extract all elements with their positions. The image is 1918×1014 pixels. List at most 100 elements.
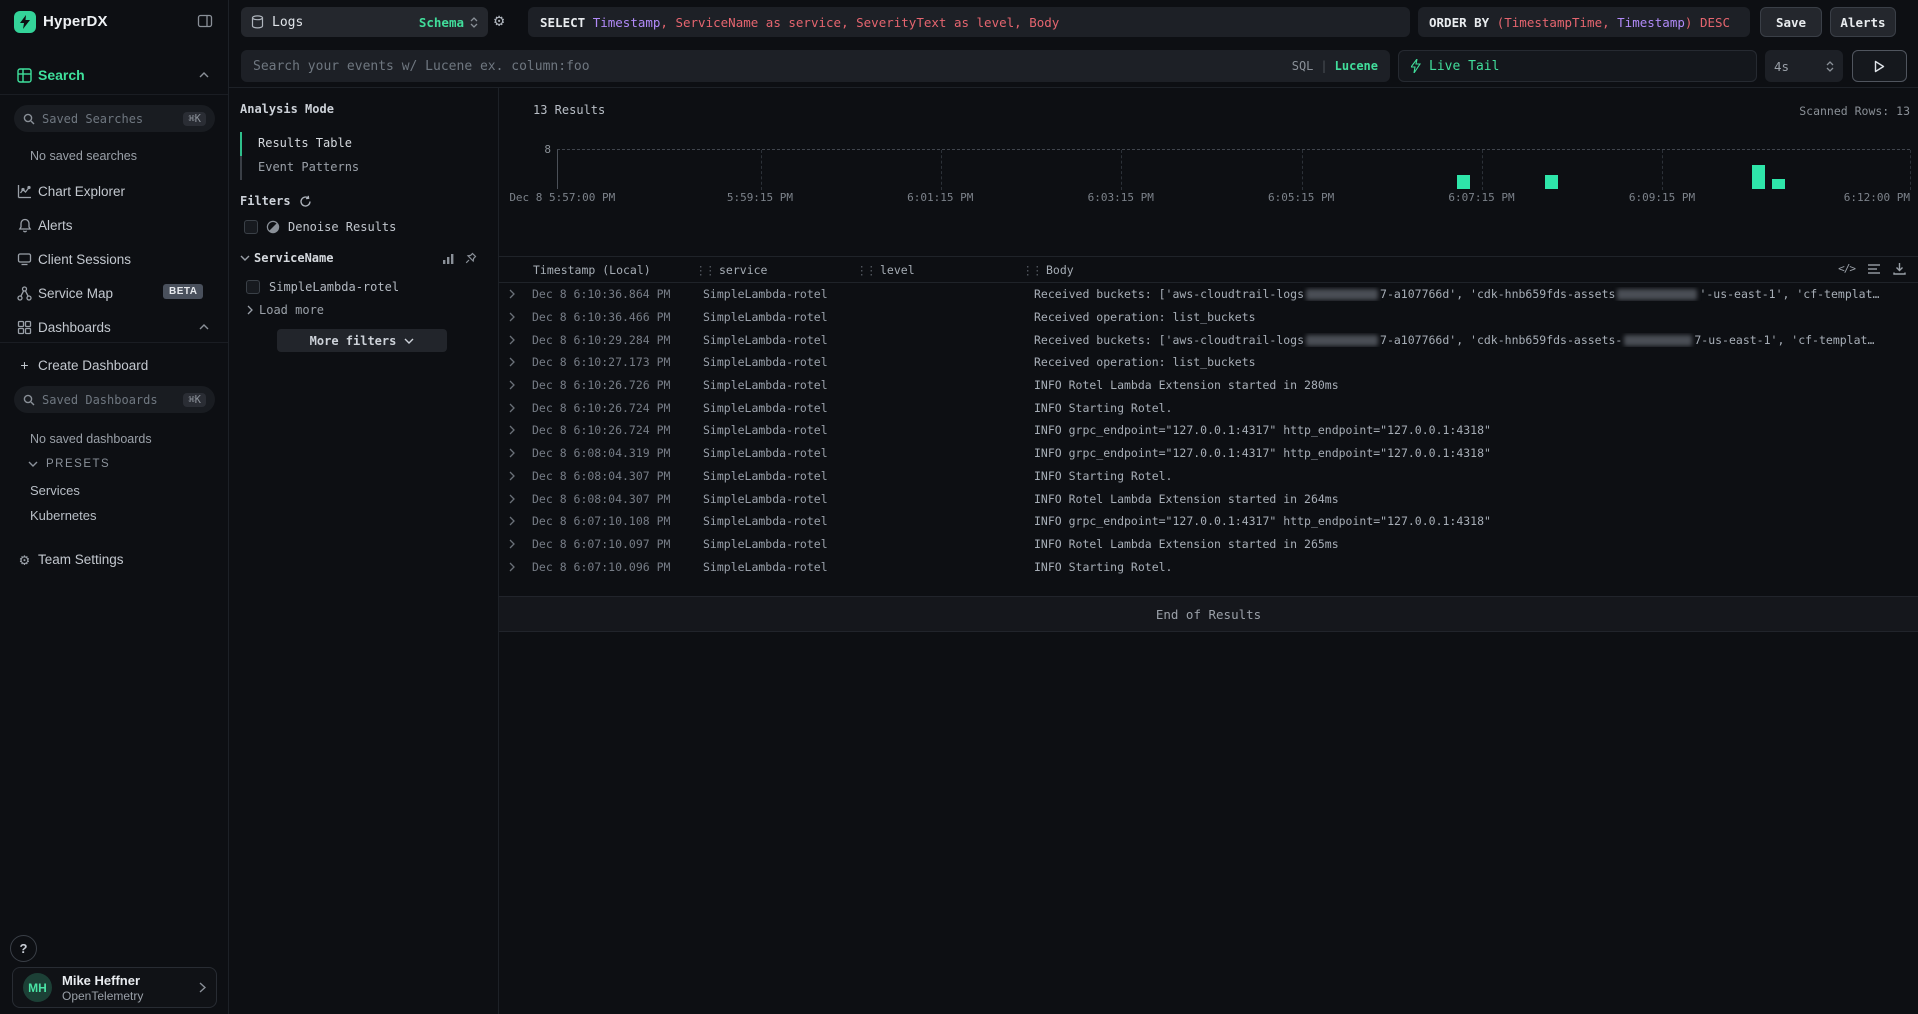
column-header-body[interactable]: ⋮⋮ Body xyxy=(1022,263,1074,277)
row-expand-chevron-icon[interactable] xyxy=(509,403,515,413)
table-row[interactable]: Dec 8 6:07:10.097 PMSimpleLambda-rotelIN… xyxy=(499,533,1918,556)
user-menu[interactable]: MH Mike Heffner OpenTelemetry xyxy=(12,967,217,1008)
active-mode-indicator xyxy=(240,132,242,156)
help-button[interactable]: ? xyxy=(10,935,37,962)
x-tick-label: 6:07:15 PM xyxy=(1448,191,1514,204)
presets-toggle[interactable]: PRESETS xyxy=(28,458,110,470)
row-expand-chevron-icon[interactable] xyxy=(509,357,515,367)
row-body: INFO Starting Rotel. xyxy=(1034,469,1172,483)
histogram-bar[interactable] xyxy=(1752,165,1765,189)
chevron-up-icon[interactable] xyxy=(199,72,209,78)
table-row[interactable]: Dec 8 6:08:04.307 PMSimpleLambda-rotelIN… xyxy=(499,487,1918,510)
table-row[interactable]: Dec 8 6:10:26.724 PMSimpleLambda-rotelIN… xyxy=(499,396,1918,419)
orderby-editor[interactable]: ORDER BY (TimestampTime, Timestamp) DESC xyxy=(1418,7,1750,37)
results-table-body: Dec 8 6:10:36.864 PMSimpleLambda-rotelRe… xyxy=(499,283,1918,578)
histogram-bar[interactable] xyxy=(1457,175,1470,189)
table-row[interactable]: Dec 8 6:10:26.726 PMSimpleLambda-rotelIN… xyxy=(499,374,1918,397)
sidebar-item-team-settings[interactable]: ⚙ Team Settings xyxy=(0,546,228,572)
download-icon[interactable] xyxy=(1893,262,1906,275)
row-expand-chevron-icon[interactable] xyxy=(509,471,515,481)
row-expand-chevron-icon[interactable] xyxy=(509,289,515,299)
preset-item-services[interactable]: Services xyxy=(30,483,80,498)
drag-handle-icon[interactable]: ⋮⋮ xyxy=(1022,263,1041,277)
table-row[interactable]: Dec 8 6:07:10.096 PMSimpleLambda-rotelIN… xyxy=(499,555,1918,578)
table-row[interactable]: Dec 8 6:10:36.466 PMSimpleLambda-rotelRe… xyxy=(499,306,1918,329)
table-row[interactable]: Dec 8 6:10:26.724 PMSimpleLambda-rotelIN… xyxy=(499,419,1918,442)
run-query-play-button[interactable] xyxy=(1852,50,1907,82)
table-row[interactable]: Dec 8 6:08:04.307 PMSimpleLambda-rotelIN… xyxy=(499,465,1918,488)
row-timestamp: Dec 8 6:10:36.466 PM xyxy=(532,310,670,324)
redacted-text xyxy=(1306,335,1378,346)
saved-searches-input[interactable]: Saved Searches ⌘K xyxy=(14,105,215,132)
row-expand-chevron-icon[interactable] xyxy=(509,425,515,435)
filter-value-row[interactable]: SimpleLambda-rotel xyxy=(246,280,399,294)
table-row[interactable]: Dec 8 6:10:27.173 PMSimpleLambda-rotelRe… xyxy=(499,351,1918,374)
table-row[interactable]: Dec 8 6:10:36.864 PMSimpleLambda-rotelRe… xyxy=(499,283,1918,306)
sql-mode-label[interactable]: SQL xyxy=(1292,59,1314,73)
row-expand-chevron-icon[interactable] xyxy=(509,516,515,526)
denoise-results-row[interactable]: Denoise Results xyxy=(244,220,396,234)
chevron-up-icon[interactable] xyxy=(199,324,209,330)
query-language-toggle[interactable]: SQL | Lucene xyxy=(1292,59,1378,73)
row-service: SimpleLambda-rotel xyxy=(703,401,828,415)
row-density-icon[interactable] xyxy=(1867,263,1881,275)
lucene-mode-label[interactable]: Lucene xyxy=(1335,59,1378,73)
alerts-button[interactable]: Alerts xyxy=(1830,7,1896,37)
service-filter-checkbox[interactable] xyxy=(246,280,260,294)
table-row[interactable]: Dec 8 6:08:04.319 PMSimpleLambda-rotelIN… xyxy=(499,442,1918,465)
sidebar-item-chart-explorer[interactable]: Chart Explorer xyxy=(0,178,228,204)
search-input[interactable]: Search your events w/ Lucene ex. column:… xyxy=(241,50,1390,82)
select-query-editor[interactable]: SELECT Timestamp, ServiceName as service… xyxy=(528,7,1410,37)
code-view-icon[interactable]: </> xyxy=(1838,262,1855,275)
refresh-icon[interactable] xyxy=(299,195,312,208)
denoise-checkbox[interactable] xyxy=(244,220,258,234)
row-body: INFO Rotel Lambda Extension started in 2… xyxy=(1034,378,1339,392)
mini-chart-icon[interactable] xyxy=(442,253,455,265)
filter-group-servicename[interactable]: ServiceName xyxy=(240,251,333,265)
table-row[interactable]: Dec 8 6:10:29.284 PMSimpleLambda-rotelRe… xyxy=(499,328,1918,351)
row-expand-chevron-icon[interactable] xyxy=(509,312,515,322)
pin-icon[interactable] xyxy=(465,252,477,265)
row-expand-chevron-icon[interactable] xyxy=(509,380,515,390)
row-expand-chevron-icon[interactable] xyxy=(509,494,515,504)
drag-handle-icon[interactable]: ⋮⋮ xyxy=(856,263,875,277)
row-expand-chevron-icon[interactable] xyxy=(509,562,515,572)
row-expand-chevron-icon[interactable] xyxy=(509,335,515,345)
more-filters-button[interactable]: More filters xyxy=(277,329,447,352)
sidebar-item-client-sessions[interactable]: Client Sessions xyxy=(0,246,228,272)
mode-results-table[interactable]: Results Table xyxy=(258,136,352,150)
source-select[interactable]: Logs Schema xyxy=(241,7,488,37)
live-tail-button[interactable]: Live Tail xyxy=(1398,50,1757,82)
sidebar-collapse-icon[interactable] xyxy=(197,13,213,29)
sidebar-item-service-map[interactable]: Service Map BETA xyxy=(0,280,228,306)
results-histogram[interactable] xyxy=(557,149,1910,189)
histogram-bar[interactable] xyxy=(1772,179,1785,189)
create-dashboard-button[interactable]: + Create Dashboard xyxy=(0,352,228,378)
row-timestamp: Dec 8 6:07:10.108 PM xyxy=(532,514,670,528)
chevron-down-icon xyxy=(240,255,250,261)
row-expand-chevron-icon[interactable] xyxy=(509,448,515,458)
load-more-button[interactable]: Load more xyxy=(247,303,324,317)
gear-icon: ⚙ xyxy=(16,550,33,569)
row-service: SimpleLambda-rotel xyxy=(703,537,828,551)
sidebar-item-alerts[interactable]: Alerts xyxy=(0,212,228,238)
column-header-level[interactable]: ⋮⋮ level xyxy=(856,263,915,277)
column-header-timestamp[interactable]: Timestamp (Local) xyxy=(533,263,651,277)
row-expand-chevron-icon[interactable] xyxy=(509,539,515,549)
saved-dashboards-input[interactable]: Saved Dashboards ⌘K xyxy=(14,386,215,413)
redacted-text xyxy=(1617,289,1697,300)
row-body: Received operation: list_buckets xyxy=(1034,310,1256,324)
source-label: Logs xyxy=(272,15,303,30)
x-tick-label: 6:12:00 PM xyxy=(1844,191,1910,204)
sidebar-item-dashboards[interactable]: Dashboards xyxy=(0,314,228,340)
table-row[interactable]: Dec 8 6:07:10.108 PMSimpleLambda-rotelIN… xyxy=(499,510,1918,533)
save-button[interactable]: Save xyxy=(1760,7,1822,37)
refresh-interval-select[interactable]: 4s xyxy=(1765,50,1843,82)
mode-event-patterns[interactable]: Event Patterns xyxy=(258,160,359,174)
drag-handle-icon[interactable]: ⋮⋮ xyxy=(695,263,714,277)
preset-item-kubernetes[interactable]: Kubernetes xyxy=(30,508,97,523)
sidebar-item-search[interactable]: Search xyxy=(0,62,228,88)
source-settings-gear-icon[interactable]: ⚙ xyxy=(494,11,504,31)
column-header-service[interactable]: ⋮⋮ service xyxy=(695,263,767,277)
histogram-bar[interactable] xyxy=(1545,175,1558,189)
